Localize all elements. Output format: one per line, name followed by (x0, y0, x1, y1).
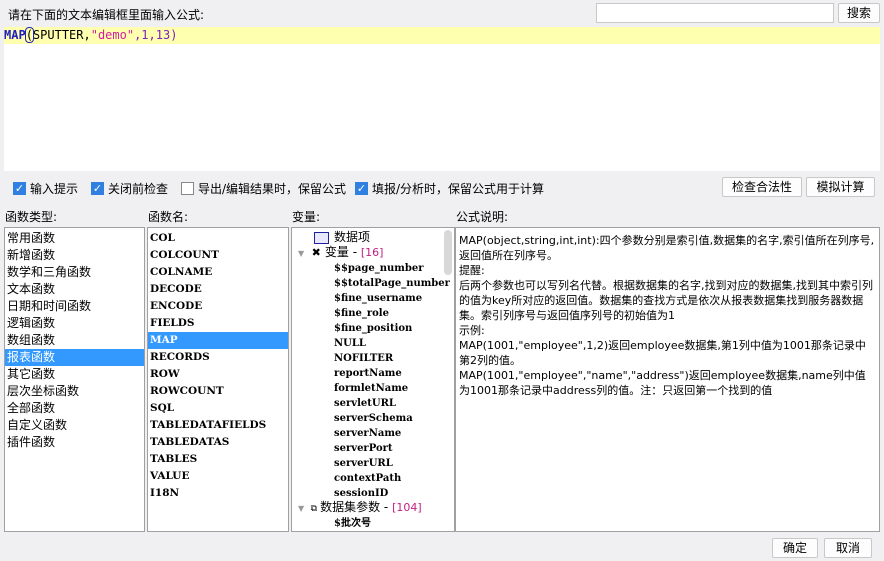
description-paragraph: 示例: (459, 324, 485, 337)
dataset-param-icon: ⧉ (310, 504, 318, 514)
function-name-item[interactable]: VALUE (148, 468, 288, 485)
function-type-item[interactable]: 其它函数 (5, 366, 144, 383)
function-name-item[interactable]: I18N (148, 485, 288, 502)
checkbox-checked-icon[interactable]: ✓ (13, 182, 26, 195)
tree-node-variable[interactable]: servletURL (292, 395, 454, 410)
tree-node-variable[interactable]: $$page_number (292, 260, 454, 275)
function-name-item[interactable]: ENCODE (148, 298, 288, 315)
collapse-arrow-icon[interactable]: ▼ (298, 249, 304, 258)
tree-node-variable[interactable]: $fine_username (292, 290, 454, 305)
tree-node-dataitem[interactable]: 数据项 (292, 230, 454, 245)
function-type-item[interactable]: 文本函数 (5, 281, 144, 298)
option-input-hint[interactable]: ✓ 输入提示 (13, 180, 78, 197)
types-label: 函数类型: (5, 210, 58, 224)
tree-node-variable[interactable]: serverURL (292, 455, 454, 470)
description-paragraph: 后两个参数也可以写列名代替。根据数据集的名字,找到对应的数据集,找到其中索引列的… (459, 279, 873, 322)
desc-label: 公式说明: (456, 210, 509, 224)
names-label: 函数名: (148, 210, 189, 224)
function-type-item[interactable]: 新增函数 (5, 247, 144, 264)
function-type-item[interactable]: 数组函数 (5, 332, 144, 349)
tree-node-variable[interactable]: NOFILTER (292, 350, 454, 365)
function-type-item[interactable]: 层次坐标函数 (5, 383, 144, 400)
simulate-button[interactable]: 模拟计算 (806, 177, 875, 197)
function-name-list[interactable]: COL COLCOUNT COLNAME DECODE ENCODE FIELDS MAP R… (147, 227, 289, 532)
description-paragraph: MAP(1001,"employee","name","address")返回e… (459, 369, 866, 397)
function-name-item[interactable]: RECORDS (148, 349, 288, 366)
tree-node-dataset-param[interactable]: $批次号 (292, 515, 454, 530)
function-name-item[interactable]: FIELDS (148, 315, 288, 332)
function-type-item[interactable]: 逻辑函数 (5, 315, 144, 332)
vars-label: 变量: (292, 210, 321, 224)
function-name-item[interactable]: SQL (148, 400, 288, 417)
function-type-list[interactable]: 常用函数 新增函数 数学和三角函数 文本函数 日期和时间函数 逻辑函数 数组函数 报表函数 其它… (4, 227, 145, 532)
function-name-item[interactable]: TABLEDATAFIELDS (148, 417, 288, 434)
tree-node-variable[interactable]: $fine_role (292, 305, 454, 320)
tree-node-variable[interactable]: serverName (292, 425, 454, 440)
tree-node-variable[interactable]: sessionID (292, 485, 454, 500)
tree-node-dataset-params[interactable]: ▼ ⧉ 数据集参数 - [104] (292, 500, 454, 515)
tree-node-variable[interactable]: NULL (292, 335, 454, 350)
description-paragraph: MAP(object,string,int,int):四个参数分别是索引值,数据… (459, 234, 875, 262)
option-check-before-close[interactable]: ✓ 关闭前检查 (91, 180, 168, 197)
function-type-item[interactable]: 数学和三角函数 (5, 264, 144, 281)
description-paragraph: 提醒: (459, 264, 485, 277)
tree-node-variable[interactable]: serverSchema (292, 410, 454, 425)
search-button[interactable]: 搜索 (838, 3, 880, 23)
dataitem-icon (314, 232, 329, 244)
collapse-arrow-icon[interactable]: ▼ (298, 504, 304, 513)
function-name-item[interactable]: TABLEDATAS (148, 434, 288, 451)
tree-node-variable[interactable]: serverPort (292, 440, 454, 455)
variable-icon: ✖ (311, 246, 321, 259)
variable-tree[interactable]: 数据项 ▼ ✖ 变量 - [16] $$page_number $$totalPage_… (291, 227, 455, 532)
check-validity-button[interactable]: 检查合法性 (722, 177, 802, 197)
function-name-item[interactable]: DECODE (148, 281, 288, 298)
tree-node-variable[interactable]: contextPath (292, 470, 454, 485)
function-name-item[interactable]: COLCOUNT (148, 247, 288, 264)
tree-node-variable[interactable]: $$totalPage_number (292, 275, 454, 290)
tree-node-variable[interactable]: formletName (292, 380, 454, 395)
description-paragraph: MAP(1001,"employee",1,2)返回employee数据集,第1… (459, 339, 866, 367)
function-type-item[interactable]: 常用函数 (5, 230, 144, 247)
function-type-item[interactable]: 报表函数 (5, 349, 144, 366)
formula-description: MAP(object,string,int,int):四个参数分别是索引值,数据… (455, 227, 880, 532)
checkbox-checked-icon[interactable]: ✓ (91, 182, 104, 195)
search-input[interactable] (596, 3, 834, 23)
formula-line[interactable]: MAP(SPUTTER,"demo",1,13) (4, 27, 880, 44)
function-type-item[interactable]: 自定义函数 (5, 417, 144, 434)
tree-node-variables[interactable]: ▼ ✖ 变量 - [16] (292, 245, 454, 260)
function-name-item[interactable]: COL (148, 230, 288, 247)
checkbox-checked-icon[interactable]: ✓ (355, 182, 368, 195)
option-keep-formula-export[interactable]: 导出/编辑结果时，保留公式 (181, 180, 346, 197)
tree-node-variable[interactable]: $fine_position (292, 320, 454, 335)
function-name-item[interactable]: ROW (148, 366, 288, 383)
function-name-item[interactable]: COLNAME (148, 264, 288, 281)
function-type-item[interactable]: 插件函数 (5, 434, 144, 451)
function-name-item[interactable]: ROWCOUNT (148, 383, 288, 400)
function-type-item[interactable]: 全部函数 (5, 400, 144, 417)
tree-node-variable[interactable]: reportName (292, 365, 454, 380)
formula-editor[interactable]: MAP(SPUTTER,"demo",1,13) (4, 27, 880, 171)
function-type-item[interactable]: 日期和时间函数 (5, 298, 144, 315)
function-name-item[interactable]: MAP (148, 332, 288, 349)
cancel-button[interactable]: 取消 (824, 538, 872, 558)
checkbox-unchecked-icon[interactable] (181, 182, 194, 195)
function-name-item[interactable]: TABLES (148, 451, 288, 468)
ok-button[interactable]: 确定 (772, 538, 818, 558)
option-keep-formula-fill[interactable]: ✓ 填报/分析时，保留公式用于计算 (355, 180, 544, 197)
prompt-label: 请在下面的文本编辑框里面输入公式: (8, 8, 205, 22)
